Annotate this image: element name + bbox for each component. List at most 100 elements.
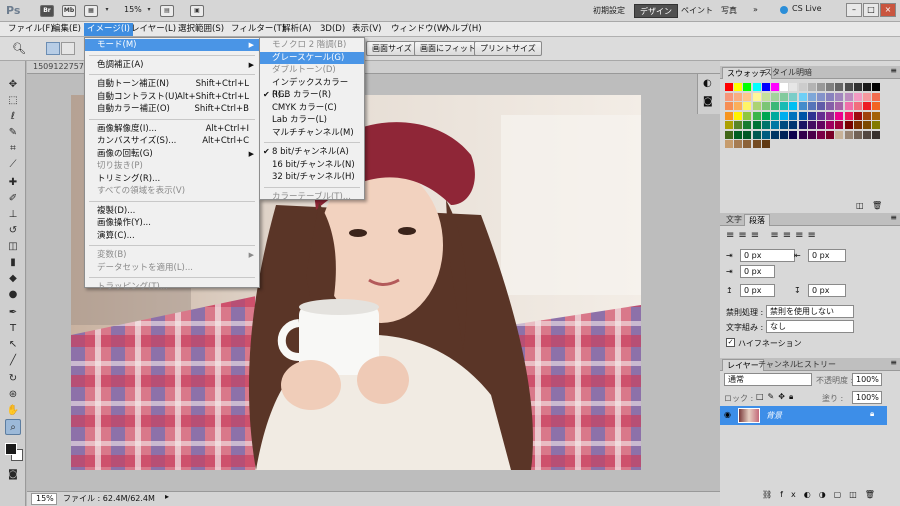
minimize-icon[interactable]: – (846, 3, 862, 17)
swatch[interactable] (817, 83, 825, 91)
menu-select[interactable]: 選択範囲(S) (175, 23, 227, 36)
blend-mode-select[interactable]: 通常 (724, 373, 812, 386)
menu-item[interactable]: ✔ RGB カラー(R) (260, 89, 364, 101)
swatch[interactable] (826, 130, 835, 139)
swatch[interactable] (835, 102, 844, 110)
menu-help[interactable]: ヘルプ(H) (440, 23, 485, 36)
indent-left-field[interactable]: 0 px (740, 249, 795, 262)
swatch[interactable] (807, 111, 816, 120)
menu-item[interactable]: ✔ 8 bit/チャンネル(A) (260, 146, 364, 158)
fill-field[interactable]: 100% (852, 391, 882, 404)
swatch[interactable] (798, 102, 807, 110)
swatch[interactable] (780, 130, 789, 139)
menu-item[interactable]: CMYK カラー(C) (260, 102, 364, 114)
kinsoku-select[interactable]: 禁則を使用しない (766, 305, 854, 318)
swatch[interactable] (789, 83, 798, 91)
menu-item[interactable]: データセットを適用(L)... (85, 262, 259, 274)
menu-item[interactable]: トリミング(R)... (85, 173, 259, 185)
swatch[interactable] (771, 83, 779, 91)
fit-screen-button[interactable]: 画面にフィット (414, 41, 482, 56)
healing-brush-tool-icon[interactable]: ✚ (5, 175, 21, 191)
workspace-design[interactable]: デザイン (634, 4, 678, 18)
swatch[interactable] (835, 83, 844, 91)
swatch[interactable] (771, 92, 779, 101)
swatch[interactable] (826, 92, 835, 101)
swatch[interactable] (826, 121, 835, 129)
menu-item[interactable]: カンバスサイズ(S)... Alt+Ctrl+C (85, 135, 259, 147)
menu-item[interactable]: モノクロ 2 階調(B) (260, 39, 364, 51)
chevron-down-icon[interactable]: ▾ (102, 5, 112, 17)
tab-history[interactable]: ヒストリー (792, 359, 840, 371)
swatch[interactable] (863, 130, 871, 139)
swatch[interactable] (734, 130, 743, 139)
swatch[interactable] (817, 130, 825, 139)
swatch[interactable] (780, 92, 789, 101)
swatch[interactable] (853, 92, 862, 101)
more-workspaces-icon[interactable]: » (748, 4, 763, 18)
swatch[interactable] (853, 111, 862, 120)
swatch[interactable] (771, 121, 779, 129)
close-icon[interactable]: × (880, 3, 896, 17)
menu-item[interactable]: モード(M) ▶ (85, 39, 259, 51)
swatch[interactable] (807, 92, 816, 101)
swatch[interactable] (725, 102, 733, 110)
new-swatch-icon[interactable]: ◫ (856, 201, 864, 210)
workspace-paint[interactable]: ペイント (676, 4, 718, 18)
quick-select-tool-icon[interactable]: ✎ (5, 125, 21, 141)
swatch[interactable] (835, 111, 844, 120)
menu-item[interactable]: 複製(D)... (85, 205, 259, 217)
menu-3d[interactable]: 3D(D) (317, 23, 348, 36)
shape-tool-icon[interactable]: ╱ (5, 353, 21, 369)
menu-item[interactable]: Lab カラー(L) (260, 114, 364, 126)
space-after-field[interactable]: 0 px (808, 284, 846, 297)
swatch[interactable] (817, 111, 825, 120)
swatch[interactable] (771, 102, 779, 110)
swatch[interactable] (853, 121, 862, 129)
swatch[interactable] (743, 130, 752, 139)
swatch[interactable] (761, 111, 770, 120)
swatch[interactable] (743, 92, 752, 101)
swatch[interactable] (761, 102, 770, 110)
swatch[interactable] (807, 83, 816, 91)
indent-right-field[interactable]: 0 px (808, 249, 846, 262)
menu-item[interactable]: カラーテーブル(T)... (260, 191, 364, 203)
layer-row-background[interactable]: ◉ 背景 🔒︎ (720, 406, 887, 425)
swatch[interactable] (798, 111, 807, 120)
menu-view[interactable]: 表示(V) (349, 23, 384, 36)
swatch[interactable] (734, 140, 743, 148)
bridge-button[interactable]: Br (40, 5, 54, 17)
align-buttons[interactable]: ≡≡≡ ≡≡≡≡ (726, 230, 820, 241)
chevron-down-icon[interactable]: ▾ (142, 5, 156, 17)
tab-adjust[interactable]: 明暗 (792, 67, 816, 79)
swatch[interactable] (734, 111, 743, 120)
menu-item[interactable]: 変数(B) ▶ (85, 249, 259, 261)
swatch[interactable] (853, 83, 862, 91)
panel-menu-icon[interactable]: ≡ (890, 213, 897, 222)
swatch[interactable] (798, 92, 807, 101)
swatch[interactable] (872, 111, 881, 120)
swatch[interactable] (798, 121, 807, 129)
swatch[interactable] (734, 121, 743, 129)
swatch[interactable] (789, 130, 798, 139)
lasso-tool-icon[interactable]: ℓ (5, 109, 21, 125)
fit-screen-size-button[interactable]: 画面サイズ (366, 41, 418, 56)
swatch[interactable] (789, 102, 798, 110)
swatch[interactable] (872, 83, 881, 91)
swatch[interactable] (752, 130, 761, 139)
swatch[interactable] (752, 83, 761, 91)
stamp-tool-icon[interactable]: ⊥ (5, 207, 21, 223)
swatch[interactable] (853, 130, 862, 139)
zoom-out-icon[interactable] (61, 42, 75, 55)
swatch[interactable] (743, 121, 752, 129)
marquee-tool-icon[interactable]: ⬚ (5, 93, 21, 109)
swatch[interactable] (817, 102, 825, 110)
swatch[interactable] (789, 121, 798, 129)
swatch[interactable] (780, 121, 789, 129)
swatch[interactable] (807, 102, 816, 110)
menu-item[interactable]: 画像の回転(G) ▶ (85, 148, 259, 160)
menu-item[interactable]: 自動コントラスト(U) Alt+Shift+Ctrl+L (85, 91, 259, 103)
zoom-tool-icon[interactable]: 🔍︎ (12, 42, 26, 55)
swatch[interactable] (844, 83, 853, 91)
zoom-in-icon[interactable] (46, 42, 60, 55)
pen-tool-icon[interactable]: ✒ (5, 305, 21, 321)
